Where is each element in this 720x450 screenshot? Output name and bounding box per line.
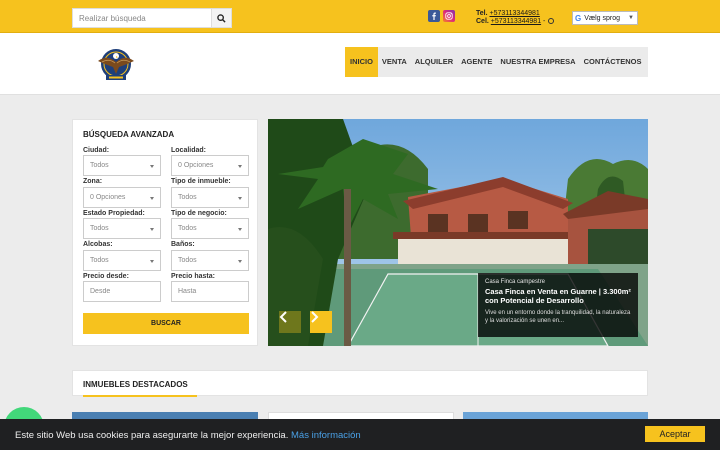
site-logo[interactable] [92,41,140,87]
chevron-right-icon [311,311,319,323]
localidad-select[interactable]: 0 Opciones [171,155,249,176]
tipo-negocio-value: Todos [178,225,197,232]
instagram-icon[interactable] [443,10,455,22]
ciudad-value: Todos [90,162,109,169]
alcobas-select[interactable]: Todos [83,250,161,271]
caret-down-icon [238,260,242,263]
search-button[interactable] [211,9,231,27]
tel-label: Tel. [476,10,488,17]
slide-title[interactable]: Casa Finca en Venta en Guarne | 3.300m² … [485,287,631,305]
top-bar: Tel. +573113344981 Cel. +573113344981 - … [0,0,720,33]
featured-underline [83,395,197,397]
banos-select[interactable]: Todos [171,250,249,271]
advanced-search-title: BÚSQUEDA AVANZADA [83,130,175,139]
advanced-search-panel: BÚSQUEDA AVANZADA Ciudad: Todos Localida… [72,119,258,346]
caret-down-icon [150,165,154,168]
slider-prev-button[interactable] [279,311,301,333]
localidad-value: 0 Opciones [178,162,214,169]
whatsapp-icon[interactable] [548,18,555,25]
cel-label: Cel. [476,18,489,25]
estado-propiedad-select[interactable]: Todos [83,218,161,239]
caret-down-icon [150,260,154,263]
search-submit-button[interactable]: BUSCAR [83,313,249,334]
caret-down-icon [238,228,242,231]
caret-down-icon [238,165,242,168]
tipo-negocio-label: Tipo de negocio: [171,210,227,217]
alcobas-value: Todos [90,257,109,264]
cel-link[interactable]: +573113344981 [491,18,541,25]
caret-down-icon [238,197,242,200]
alcobas-label: Alcobas: [83,241,113,248]
estado-propiedad-value: Todos [90,225,109,232]
zona-select[interactable]: 0 Opciones [83,187,161,208]
zona-value: 0 Opciones [90,194,126,201]
precio-hasta-label: Precio hasta: [171,273,215,280]
banos-value: Todos [178,257,197,264]
nav-item-contactenos[interactable]: CONTÁCTENOS [580,47,646,77]
nav-item-agente[interactable]: AGENTE [457,47,496,77]
contact-phones: Tel. +573113344981 Cel. +573113344981 - [476,10,555,26]
banos-label: Baños: [171,241,195,248]
cookie-more-info-link[interactable]: Más información [291,430,361,441]
cookie-text: Este sitio Web usa cookies para asegurar… [15,430,289,441]
precio-hasta-input[interactable] [171,281,249,302]
estado-propiedad-label: Estado Propiedad: [83,210,145,217]
precio-desde-label: Precio desde: [83,273,129,280]
nav-item-venta[interactable]: VENTA [378,47,411,77]
nav-item-inicio[interactable]: INICIO [345,47,378,77]
main-nav: INICIO VENTA ALQUILER AGENTE NUESTRA EMP… [345,47,648,77]
zona-label: Zona: [83,178,103,185]
caret-down-icon [150,228,154,231]
slide-category: Casa Finca campestre [485,279,546,285]
caret-down-icon [150,197,154,200]
cookie-accept-button[interactable]: Aceptar [645,426,705,442]
ciudad-select[interactable]: Todos [83,155,161,176]
tel-link[interactable]: +573113344981 [490,10,540,17]
nav-item-nuestra-empresa[interactable]: NUESTRA EMPRESA [496,47,579,77]
hero-slider: Casa Finca campestre Casa Finca en Venta… [268,119,648,346]
featured-section-header: INMUEBLES DESTACADOS [72,370,648,397]
google-translate-icon: G [575,13,582,23]
slide-caption[interactable]: Casa Finca campestre Casa Finca en Venta… [478,273,638,337]
facebook-icon[interactable] [428,10,440,22]
tipo-inmueble-label: Tipo de inmueble: [171,178,231,185]
language-select[interactable]: G Vælg sprog ▼ [572,11,638,25]
language-select-label: Vælg sprog [584,14,621,22]
search-icon [217,13,226,23]
tipo-inmueble-value: Todos [178,194,197,201]
site-header: INICIO VENTA ALQUILER AGENTE NUESTRA EMP… [0,33,720,95]
slide-description: Vive en un entorno donde la tranquilidad… [485,310,631,324]
search-input[interactable] [73,9,212,27]
cookie-message: Este sitio Web usa cookies para asegurar… [15,430,361,441]
chevron-down-icon: ▼ [628,15,634,21]
search-box [72,8,232,28]
tipo-negocio-select[interactable]: Todos [171,218,249,239]
localidad-label: Localidad: [171,147,207,154]
cookie-banner: Este sitio Web usa cookies para asegurar… [0,419,720,450]
tipo-inmueble-select[interactable]: Todos [171,187,249,208]
featured-title: INMUEBLES DESTACADOS [83,380,188,389]
precio-desde-input[interactable] [83,281,161,302]
ciudad-label: Ciudad: [83,147,110,154]
chevron-left-icon [279,311,287,323]
slider-next-button[interactable] [310,311,332,333]
nav-item-alquiler[interactable]: ALQUILER [411,47,457,77]
